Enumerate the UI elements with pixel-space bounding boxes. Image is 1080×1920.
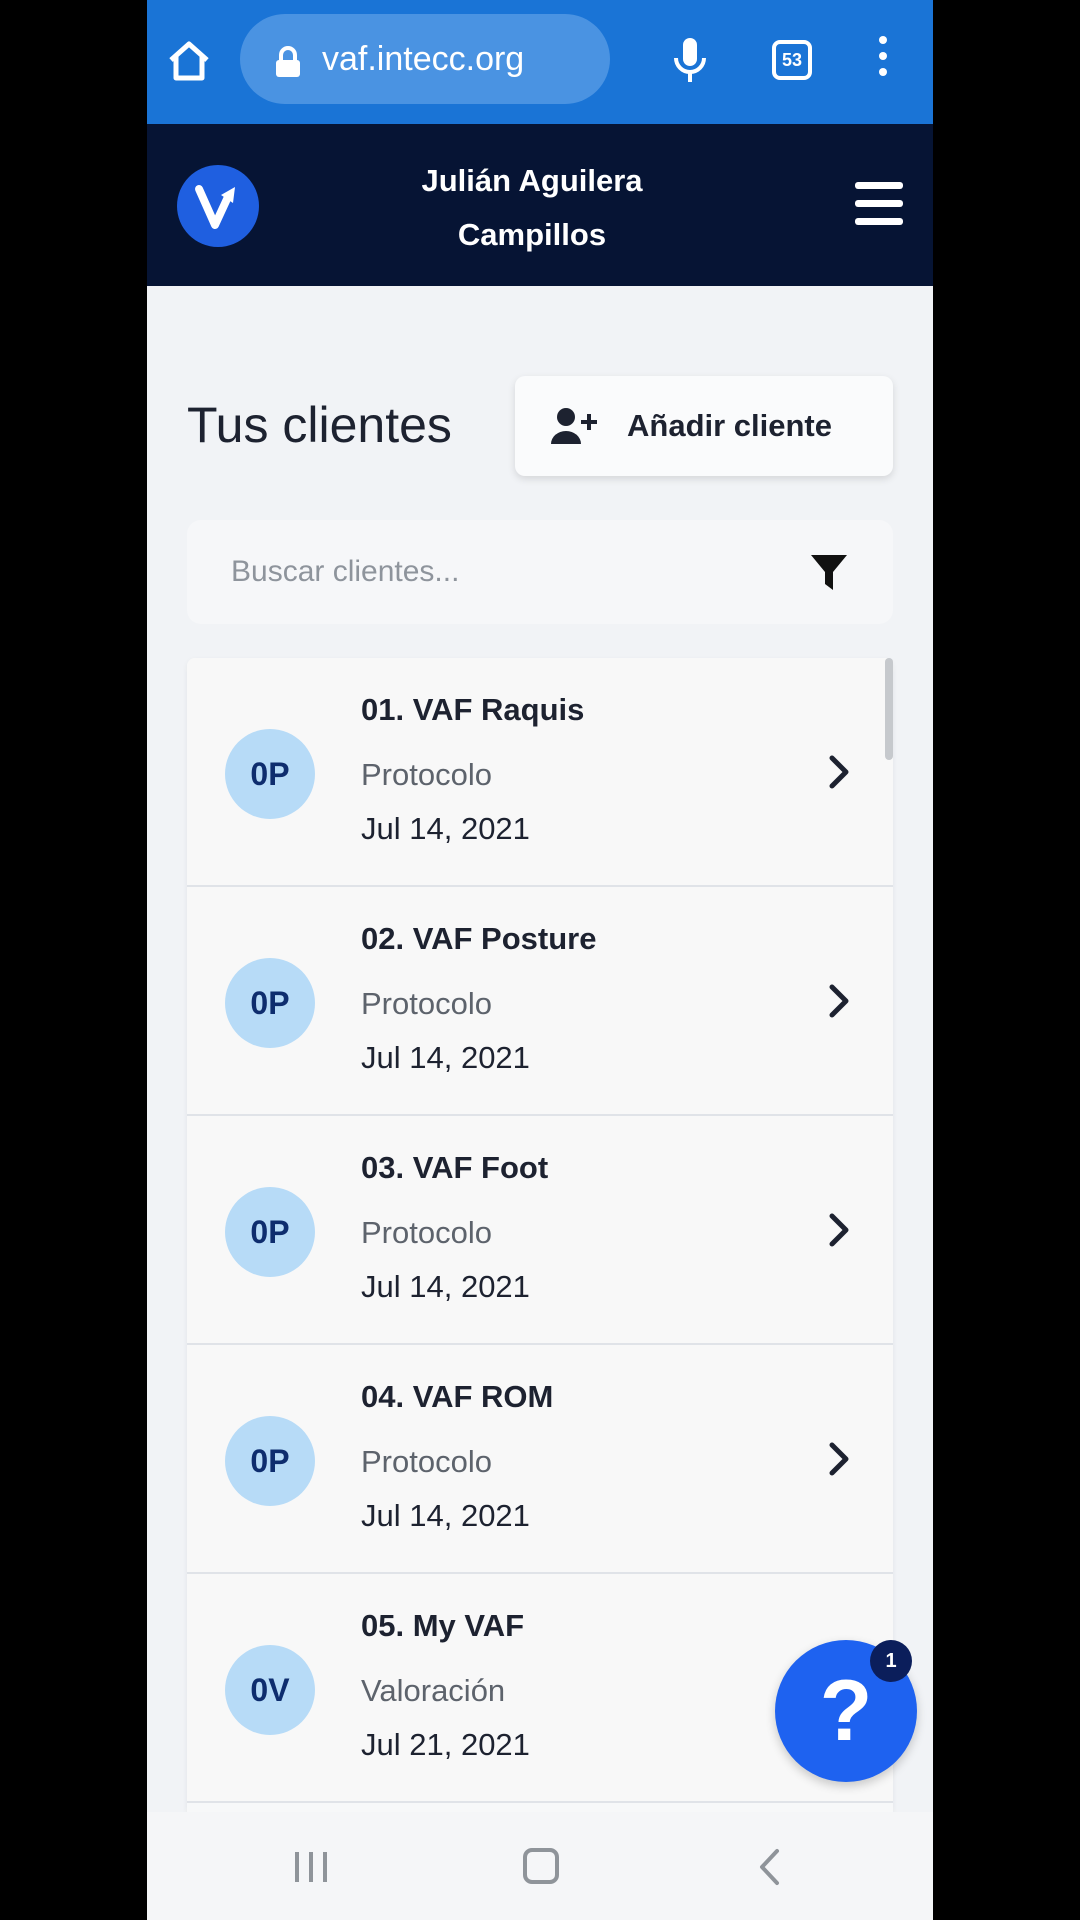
- client-row[interactable]: 0P 03. VAF Foot Protocolo Jul 14, 2021: [187, 1116, 893, 1345]
- client-type: Protocolo: [361, 986, 492, 1021]
- client-name: 02. VAF Posture: [361, 921, 597, 956]
- lock-icon: [274, 46, 302, 83]
- vaf-logo[interactable]: [177, 165, 259, 247]
- filter-icon[interactable]: [809, 552, 849, 597]
- system-nav-bar: [147, 1812, 933, 1920]
- add-user-icon: [551, 406, 599, 451]
- hamburger-menu-icon[interactable]: [855, 182, 903, 226]
- client-row[interactable]: 0P 01. VAF Raquis Protocolo Jul 14, 2021: [187, 658, 893, 887]
- client-date: Jul 14, 2021: [361, 1040, 530, 1075]
- client-name: 05. My VAF: [361, 1608, 525, 1643]
- client-type: Protocolo: [361, 757, 492, 792]
- recent-apps-icon[interactable]: [293, 1850, 329, 1889]
- browser-toolbar: vaf.intecc.org 53: [147, 0, 933, 124]
- user-name: Julián Aguilera Campillos: [347, 154, 717, 262]
- app-header: Julián Aguilera Campillos: [147, 124, 933, 286]
- chevron-right-icon: [827, 1212, 851, 1253]
- client-list: 0P 01. VAF Raquis Protocolo Jul 14, 2021…: [187, 658, 893, 1812]
- client-date: Jul 14, 2021: [361, 1269, 530, 1304]
- add-client-label: Añadir cliente: [627, 408, 832, 443]
- client-row[interactable]: 0P 02. VAF Posture Protocolo Jul 14, 202…: [187, 887, 893, 1116]
- phone-screen: vaf.intecc.org 53 Julián Aguilera Campil…: [147, 0, 933, 1920]
- client-avatar: 0P: [225, 958, 315, 1048]
- list-scrollbar[interactable]: [885, 658, 893, 760]
- client-avatar: 0P: [225, 1187, 315, 1277]
- client-type: Protocolo: [361, 1444, 492, 1479]
- url-text: vaf.intecc.org: [322, 40, 525, 78]
- client-type: Protocolo: [361, 1215, 492, 1250]
- microphone-icon[interactable]: [662, 32, 718, 88]
- client-date: Jul 21, 2021: [361, 1727, 530, 1762]
- notification-badge: 1: [870, 1640, 912, 1682]
- client-date: Jul 14, 2021: [361, 1498, 530, 1533]
- home-icon[interactable]: [161, 32, 217, 88]
- search-input[interactable]: [231, 548, 751, 596]
- more-options-icon[interactable]: [875, 36, 891, 84]
- page-title: Tus clientes: [187, 397, 452, 453]
- chevron-right-icon: [827, 1441, 851, 1482]
- tab-switcher-button[interactable]: 53: [772, 40, 812, 80]
- client-name: 03. VAF Foot: [361, 1150, 549, 1185]
- search-box: [187, 520, 893, 624]
- client-type: Valoración: [361, 1673, 506, 1708]
- client-date: Jul 14, 2021: [361, 811, 530, 846]
- client-name: 01. VAF Raquis: [361, 692, 585, 727]
- address-bar[interactable]: vaf.intecc.org: [240, 14, 610, 104]
- client-row[interactable]: 0P 04. VAF ROM Protocolo Jul 14, 2021: [187, 1345, 893, 1574]
- chevron-right-icon: [827, 754, 851, 795]
- client-avatar: 0P: [225, 729, 315, 819]
- system-home-icon[interactable]: [523, 1848, 559, 1884]
- client-name: 04. VAF ROM: [361, 1379, 554, 1414]
- add-client-button[interactable]: Añadir cliente: [515, 376, 893, 476]
- user-name-line1: Julián Aguilera: [421, 163, 643, 198]
- chevron-right-icon: [827, 983, 851, 1024]
- client-avatar: 0V: [225, 1645, 315, 1735]
- back-icon[interactable]: [757, 1848, 781, 1891]
- user-name-line2: Campillos: [457, 217, 607, 252]
- client-avatar: 0P: [225, 1416, 315, 1506]
